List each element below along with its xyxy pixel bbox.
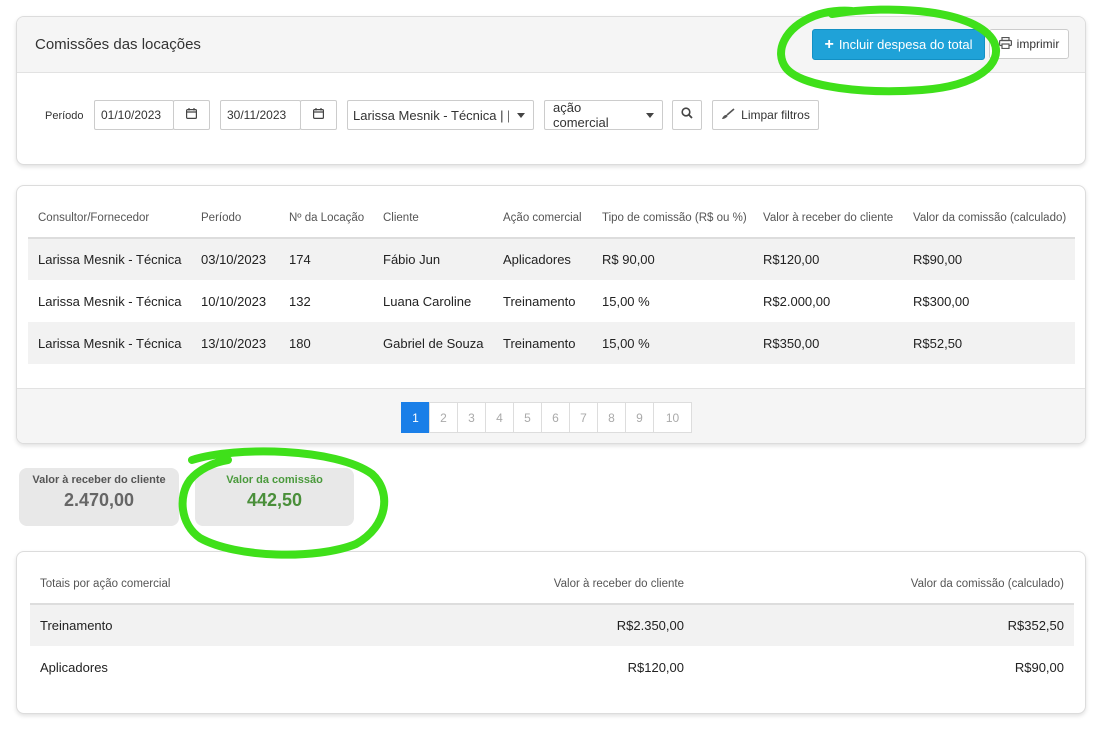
pagination: 1 2 3 4 5 6 7 8 9 10 (401, 402, 692, 433)
table-cell: 15,00 % (592, 322, 753, 364)
calendar-icon (186, 106, 198, 124)
summary-receivable: Valor à receber do cliente 2.470,00 (19, 468, 179, 526)
column-header: Valor à receber do cliente (753, 199, 903, 239)
page-button[interactable]: 7 (569, 402, 598, 433)
table-cell: Treinamento (493, 322, 592, 364)
totals-cell: Aplicadores (40, 659, 108, 675)
table-row: Larissa Mesnik - Técnica 10/10/2023 132 … (28, 280, 1075, 322)
add-expense-label: Incluir despesa do total (838, 37, 973, 52)
summary-commission-value: 442,50 (246, 490, 303, 510)
search-button[interactable] (672, 100, 702, 130)
table-cell: Larissa Mesnik - Técnica (28, 238, 191, 280)
table-cell: Aplicadores (493, 238, 592, 280)
table-cell: R$350,00 (753, 322, 903, 364)
totals-table: Totais por ação comercial Valor à recebe… (30, 565, 1074, 688)
add-expense-button[interactable]: + Incluir despesa do total (812, 29, 985, 60)
page-button[interactable]: 2 (429, 402, 458, 433)
column-header: Valor da comissão (calculado) (694, 565, 1074, 605)
commissions-table-card: Consultor/Fornecedor Período Nº da Locaç… (16, 185, 1086, 444)
totals-row: Treinamento R$2.350,00 R$352,50 (30, 604, 1074, 646)
column-header: Totais por ação comercial (30, 565, 370, 605)
commissions-table: Consultor/Fornecedor Período Nº da Locaç… (28, 199, 1075, 364)
totals-cell: R$2.350,00 (370, 604, 694, 646)
page-button[interactable]: 3 (457, 402, 486, 433)
end-date-input[interactable]: 30/11/2023 (220, 100, 301, 130)
column-header: Consultor/Fornecedor (28, 199, 191, 239)
summary-receivable-value: 2.470,00 (63, 490, 135, 510)
page-button[interactable]: 10 (653, 402, 692, 433)
action-select[interactable]: ação comercial (544, 100, 663, 130)
totals-row: Aplicadores R$120,00 R$90,00 (30, 646, 1074, 688)
print-button[interactable]: imprimir (989, 29, 1069, 59)
totals-cell: R$120,00 (627, 659, 684, 675)
page-button[interactable]: 8 (597, 402, 626, 433)
page-button[interactable]: 1 (401, 402, 430, 433)
print-label: imprimir (1016, 37, 1060, 51)
table-cell: Fábio Jun (373, 238, 493, 280)
chevron-down-icon (646, 112, 654, 118)
table-header-row: Consultor/Fornecedor Período Nº da Locaç… (28, 199, 1075, 239)
action-select-value: ação comercial (553, 100, 609, 130)
totals-cell: R$90,00 (1014, 659, 1064, 675)
table-cell: 13/10/2023 (191, 322, 279, 364)
page-title: Comissões das locações (35, 36, 201, 53)
period-label: Período (45, 110, 84, 122)
summary-commission: Valor da comissão 442,50 (195, 468, 354, 526)
summary-commission-label: Valor da comissão (226, 474, 323, 486)
table-cell: 10/10/2023 (201, 293, 267, 309)
table-cell: R$300,00 (913, 293, 970, 309)
table-cell: 132 (289, 293, 311, 309)
totals-cell: Treinamento (30, 604, 370, 646)
table-cell: 174 (279, 238, 373, 280)
search-icon (681, 106, 693, 124)
table-footer: 1 2 3 4 5 6 7 8 9 10 (17, 388, 1085, 443)
totals-header-row: Totais por ação comercial Valor à recebe… (30, 565, 1074, 605)
column-header: Nº da Locação (279, 199, 373, 239)
table-cell: R$2.000,00 (763, 293, 831, 309)
calendar-icon (313, 106, 325, 124)
filter-row: Período 01/10/2023 30/11/2023 Larissa Me… (17, 74, 1085, 164)
table-cell: R$52,50 (903, 322, 1075, 364)
table-cell: Luana Caroline (383, 293, 472, 309)
page-button[interactable]: 9 (625, 402, 654, 433)
start-date-picker-button[interactable] (173, 100, 210, 130)
brush-icon (721, 107, 735, 123)
clear-filters-button[interactable]: Limpar filtros (712, 100, 819, 130)
page-button[interactable]: 5 (513, 402, 542, 433)
card-header: Comissões das locações + Incluir despesa… (17, 17, 1085, 73)
filter-card: Comissões das locações + Incluir despesa… (16, 16, 1086, 165)
table-cell: 15,00 % (602, 293, 650, 309)
table-cell: R$ 90,00 (592, 238, 753, 280)
end-date-picker-button[interactable] (300, 100, 337, 130)
column-header: Valor à receber do cliente (370, 565, 694, 605)
column-header: Valor da comissão (calculado) (903, 199, 1075, 239)
table-cell: Larissa Mesnik - Técnica (28, 322, 191, 364)
column-header: Ação comercial (493, 199, 592, 239)
table-row: Larissa Mesnik - Técnica 13/10/2023 180 … (28, 322, 1075, 364)
page-button[interactable]: 4 (485, 402, 514, 433)
totals-cell: R$352,50 (694, 604, 1074, 646)
page-button[interactable]: 6 (541, 402, 570, 433)
table-row: Larissa Mesnik - Técnica 03/10/2023 174 … (28, 238, 1075, 280)
clear-filters-label: Limpar filtros (741, 108, 810, 122)
consultant-select-value: Larissa Mesnik - Técnica | |× (353, 107, 509, 123)
column-header: Período (191, 199, 279, 239)
totals-card: Totais por ação comercial Valor à recebe… (16, 551, 1086, 714)
table-cell: 180 (279, 322, 373, 364)
chevron-down-icon (517, 112, 525, 118)
start-date-input[interactable]: 01/10/2023 (94, 100, 174, 130)
column-header: Tipo de comissão (R$ ou %) (592, 199, 753, 239)
column-header: Cliente (373, 199, 493, 239)
table-cell: Larissa Mesnik - Técnica (38, 293, 182, 309)
table-cell: R$90,00 (903, 238, 1075, 280)
table-cell: R$120,00 (753, 238, 903, 280)
plus-icon: + (824, 35, 834, 53)
table-cell: Treinamento (503, 293, 576, 309)
printer-icon (998, 36, 1012, 52)
table-cell: 03/10/2023 (191, 238, 279, 280)
consultant-select[interactable]: Larissa Mesnik - Técnica | |× (347, 100, 534, 130)
table-cell: Gabriel de Souza (373, 322, 493, 364)
summary-receivable-label: Valor à receber do cliente (32, 474, 166, 486)
